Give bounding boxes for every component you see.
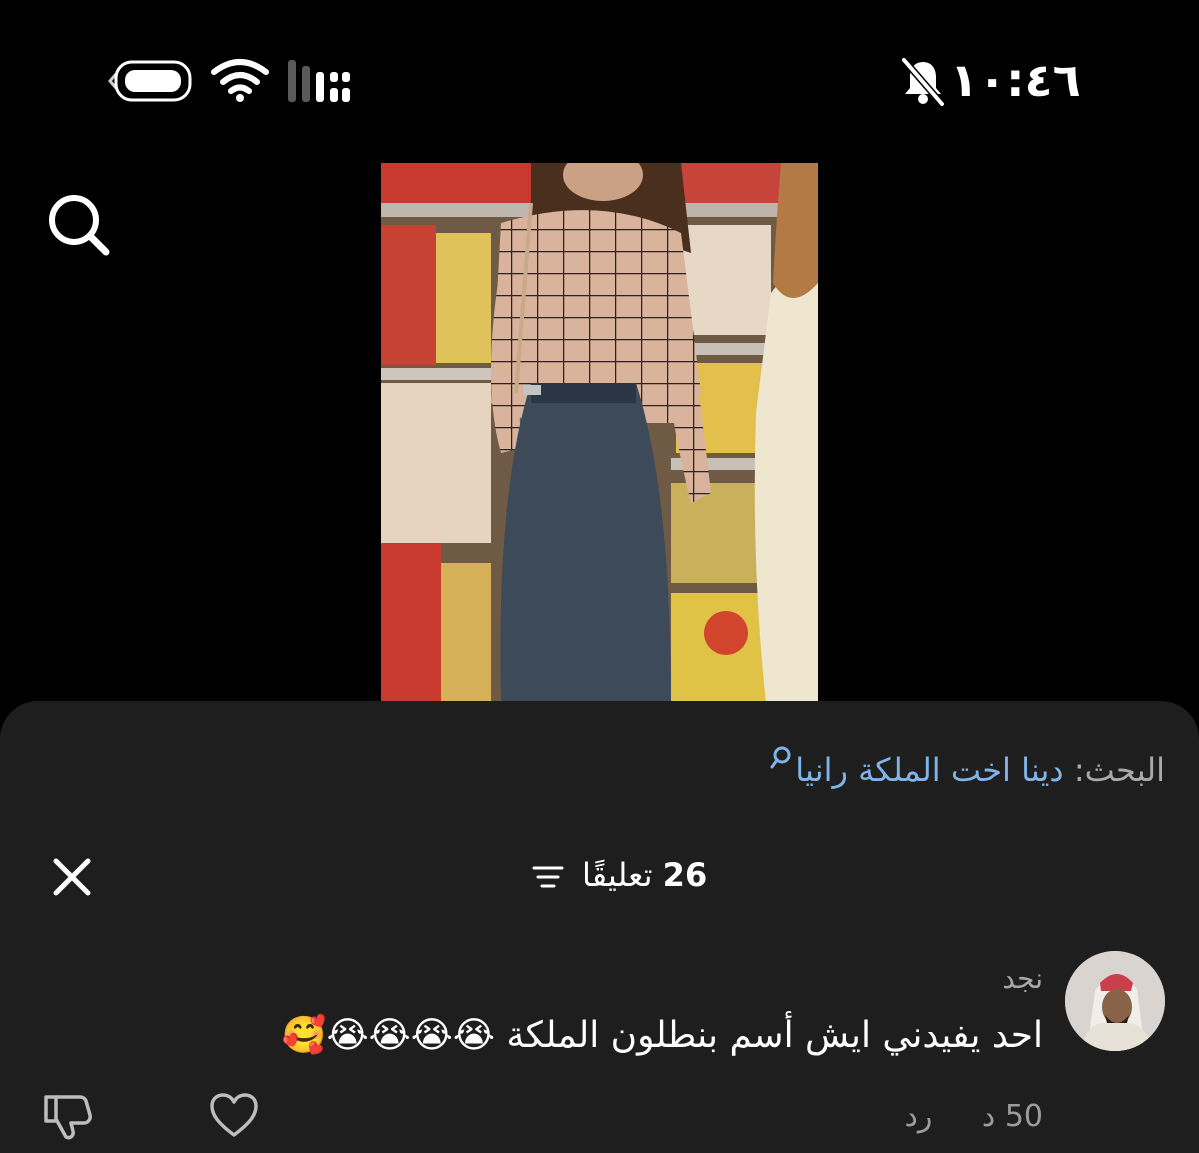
comment-meta: 50 د رد (905, 1097, 1044, 1137)
comment-text: احد يفيدني ايش أسم بنطلون الملكة 😭😭😭😭🥰 (281, 1015, 1043, 1056)
comments-header: 26 تعليقًا (0, 847, 1199, 903)
comment-author[interactable]: نجد (1002, 959, 1043, 999)
comments-sheet: البحث: دينا اخت الملكة رانيا 26 تعليقًا (0, 701, 1199, 1153)
battery-icon (108, 60, 192, 102)
avatar[interactable] (1065, 951, 1165, 1051)
avatar-image (1065, 951, 1165, 1051)
related-search-link[interactable]: البحث: دينا اخت الملكة رانيا (769, 745, 1165, 795)
comments-count: 26 (662, 856, 708, 894)
phone-screen: ١٠:٤٦ البحث: دينا اخت الملكة رانيا 26 تع… (0, 0, 1199, 1153)
wifi-icon (211, 59, 269, 102)
bell-muted-icon (901, 57, 945, 106)
comment-item: نجد احد يفيدني ايش أسم بنطلون الملكة 😭😭😭… (0, 951, 1199, 1153)
thumbs-down-icon[interactable] (40, 1089, 94, 1143)
comments-label: تعليقًا (581, 856, 653, 894)
reply-button[interactable]: رد (905, 1099, 933, 1134)
status-bar: ١٠:٤٦ (0, 0, 1199, 150)
filter-icon[interactable] (532, 863, 564, 891)
search-label: البحث: (1073, 751, 1165, 789)
video-player[interactable] (381, 163, 818, 703)
status-time: ١٠:٤٦ (950, 53, 1081, 107)
comment-time: 50 د (981, 1099, 1043, 1134)
heart-icon[interactable] (208, 1091, 260, 1139)
cellular-signal-icon (288, 60, 350, 102)
video-frame (381, 163, 818, 703)
search-query[interactable]: دينا اخت الملكة رانيا (795, 751, 1063, 789)
search-icon (770, 746, 791, 769)
comments-count-row[interactable]: 26 تعليقًا (0, 847, 1199, 903)
search-icon[interactable] (44, 190, 114, 260)
